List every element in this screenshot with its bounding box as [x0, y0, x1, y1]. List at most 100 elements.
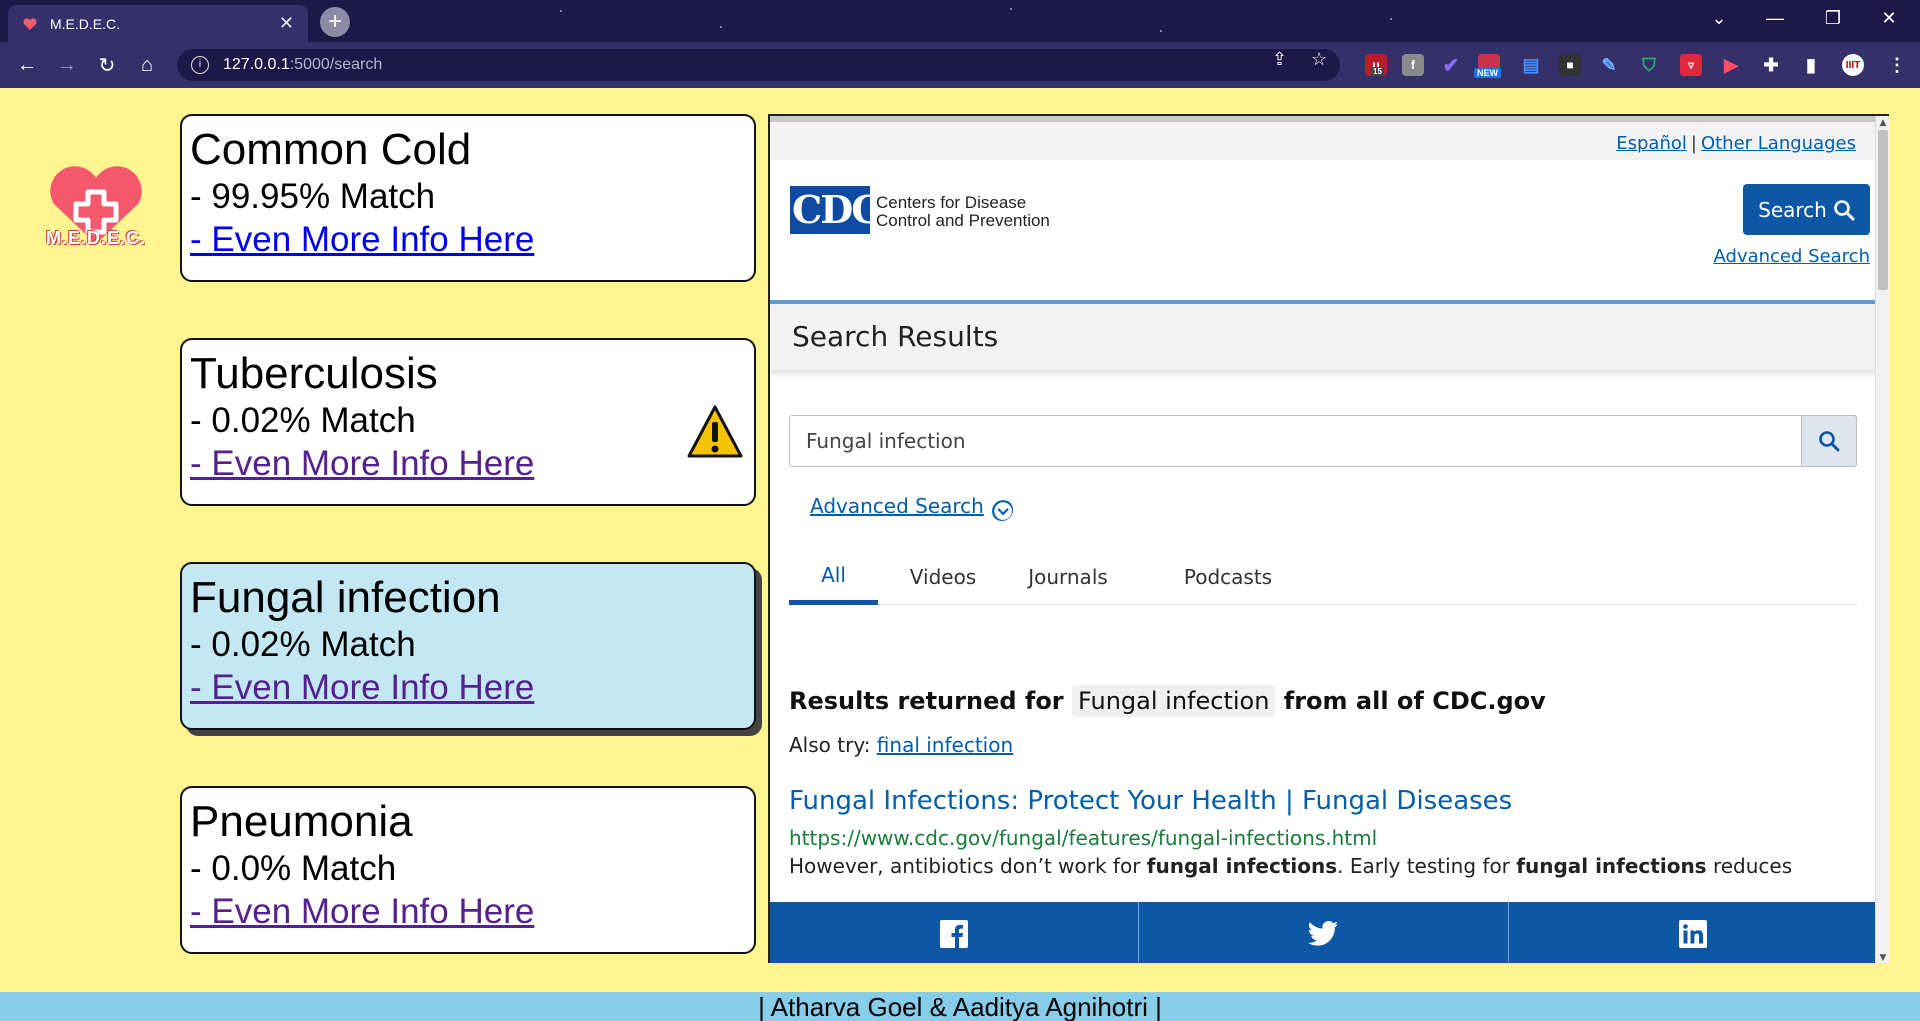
frame-scrollbar[interactable]: ▲ ▼	[1875, 116, 1889, 963]
document-extension-icon[interactable]: ▤	[1520, 54, 1542, 76]
disease-name: Common Cold	[190, 125, 472, 174]
scroll-down-arrow-icon[interactable]: ▼	[1876, 951, 1889, 963]
also-try-label: Also try:	[789, 733, 871, 757]
also-try-line: Also try: final infection	[789, 733, 1013, 757]
returned-term: Fungal infection	[1072, 685, 1276, 717]
ublock-extension-icon[interactable]: u 15	[1365, 54, 1387, 76]
chevron-down-circle-icon[interactable]	[991, 499, 1013, 521]
result-card-fungal-infection: Fungal infection - 0.02% Match - Even Mo…	[180, 562, 756, 730]
cdc-org-name: Centers for Disease Control and Preventi…	[876, 194, 1050, 230]
also-try-link[interactable]: final infection	[877, 733, 1013, 757]
result-card-common-cold: Common Cold - 99.95% Match - Even More I…	[180, 114, 756, 282]
todoist-check-icon[interactable]: ✔	[1440, 54, 1462, 77]
snippet-highlight: fungal infections	[1146, 854, 1338, 878]
linkedin-share-button[interactable]	[1509, 902, 1877, 963]
new-extension-icon[interactable]: NEW	[1474, 54, 1501, 78]
forward-icon[interactable]: →	[52, 50, 82, 80]
facebook-share-button[interactable]	[770, 902, 1140, 963]
close-tab-icon[interactable]: ✕	[279, 13, 294, 34]
match-percent: - 99.95% Match	[190, 177, 436, 216]
tab-podcasts[interactable]: Podcasts	[1173, 549, 1283, 605]
tab-search-icon[interactable]: ⌄	[1696, 0, 1742, 36]
warning-icon	[687, 405, 743, 458]
tab-title: M.E.D.E.C.	[50, 15, 121, 32]
search-icon	[1819, 431, 1840, 452]
url-host: 127.0.0.1	[223, 56, 290, 73]
twitter-share-button[interactable]	[1139, 902, 1509, 963]
browser-tab-strip: M.E.D.E.C. ✕ + ⌄ — ❐ ✕	[0, 0, 1920, 42]
browser-menu-icon[interactable]: ⋮	[1886, 54, 1908, 76]
disease-name: Tuberculosis	[190, 349, 438, 398]
search-result-url: https://www.cdc.gov/fungal/features/fung…	[789, 826, 1378, 850]
new-badge: NEW	[1474, 68, 1501, 78]
side-panel-icon[interactable]: ▮	[1800, 54, 1822, 76]
scroll-up-arrow-icon[interactable]: ▲	[1876, 116, 1889, 130]
reload-icon[interactable]: ↻	[92, 50, 122, 80]
match-percent: - 0.02% Match	[190, 625, 416, 664]
shield-extension-icon[interactable]: ⛉	[1638, 54, 1660, 76]
share-icon[interactable]: ⇪	[1272, 49, 1287, 70]
linkedin-icon	[1678, 919, 1707, 948]
facebook-icon	[940, 919, 969, 948]
medec-logo-text: M.E.D.E.C.	[45, 228, 146, 248]
tab-journals[interactable]: Journals	[1013, 549, 1123, 605]
snippet-highlight: fungal infections	[1516, 854, 1707, 878]
snippet-text: reduces	[1706, 854, 1793, 878]
cdc-result-tabs: All Videos Journals Podcasts	[789, 549, 1857, 605]
heart-favicon-icon	[23, 17, 37, 30]
other-languages-link[interactable]: Other Languages	[1701, 133, 1856, 154]
more-info-link[interactable]: - Even More Info Here	[190, 666, 534, 710]
bookmark-star-icon[interactable]: ☆	[1311, 49, 1327, 70]
language-separator: |	[1690, 133, 1697, 154]
search-icon	[1834, 199, 1855, 220]
match-percent: - 0.02% Match	[190, 401, 416, 440]
profile-avatar[interactable]: IIIT	[1842, 54, 1864, 76]
snippet-text: . Early testing for	[1337, 854, 1517, 878]
tab-all[interactable]: All	[789, 549, 878, 605]
search-result-title-link[interactable]: Fungal Infections: Protect Your Health |…	[789, 786, 1512, 816]
site-info-icon[interactable]: i	[191, 56, 209, 74]
extensions-puzzle-icon[interactable]: ✚	[1760, 54, 1782, 76]
cdc-search-button[interactable]: Search	[1743, 184, 1870, 235]
more-info-link[interactable]: - Even More Info Here	[190, 890, 534, 934]
scrollbar-thumb[interactable]	[1878, 130, 1888, 290]
close-window-icon[interactable]: ✕	[1866, 0, 1912, 36]
cdc-language-bar: Español | Other Languages	[770, 116, 1889, 160]
tab-videos[interactable]: Videos	[893, 549, 993, 605]
disease-name: Fungal infection	[190, 573, 501, 622]
cdc-logo[interactable]: CDC	[790, 186, 881, 234]
returned-suffix: from all of CDC.gov	[1283, 687, 1546, 715]
returned-prefix: Results returned for	[789, 687, 1064, 715]
ublock-badge: 15	[1371, 67, 1384, 76]
back-icon[interactable]: ←	[12, 50, 42, 80]
cdc-search-submit-button[interactable]	[1801, 415, 1857, 467]
twitter-icon	[1308, 920, 1339, 946]
snippet-text: However, antibiotics don’t work for	[789, 854, 1147, 878]
video-extension-icon[interactable]: ▶	[1720, 54, 1742, 76]
cdc-advanced-search-toggle[interactable]: Advanced Search	[810, 494, 984, 518]
disease-name: Pneumonia	[190, 797, 413, 846]
cdc-search-button-label: Search	[1758, 197, 1827, 222]
espanol-link[interactable]: Español	[1616, 133, 1687, 154]
result-card-tuberculosis: Tuberculosis - 0.02% Match - Even More I…	[180, 338, 756, 506]
cdc-search-query: Fungal infection	[806, 429, 966, 453]
minimize-icon[interactable]: —	[1752, 0, 1798, 36]
cdc-advanced-search-link[interactable]: Advanced Search	[1714, 246, 1870, 267]
cdc-search-results-heading: Search Results	[770, 304, 1889, 370]
camera-extension-icon[interactable]: ■	[1559, 54, 1581, 76]
home-icon[interactable]: ⌂	[132, 50, 162, 80]
more-info-link[interactable]: - Even More Info Here	[190, 218, 534, 262]
pocket-extension-icon[interactable]: ▿	[1680, 54, 1702, 76]
extension-icon[interactable]: f	[1402, 54, 1424, 76]
pen-extension-icon[interactable]: ✎	[1598, 54, 1620, 76]
results-returned-line: Results returned for Fungal infection fr…	[789, 685, 1546, 717]
search-result-snippet: However, antibiotics don’t work for fung…	[789, 854, 1792, 878]
new-tab-button[interactable]: +	[320, 7, 350, 37]
result-card-pneumonia: Pneumonia - 0.0% Match - Even More Info …	[180, 786, 756, 954]
address-bar[interactable]: i 127.0.0.1:5000/search	[177, 49, 1340, 81]
cdc-social-share-bar	[770, 902, 1877, 963]
cdc-search-input[interactable]: Fungal infection	[789, 415, 1857, 467]
restore-icon[interactable]: ❐	[1810, 0, 1856, 36]
more-info-link[interactable]: - Even More Info Here	[190, 442, 534, 486]
browser-tab[interactable]: M.E.D.E.C. ✕	[8, 5, 308, 42]
